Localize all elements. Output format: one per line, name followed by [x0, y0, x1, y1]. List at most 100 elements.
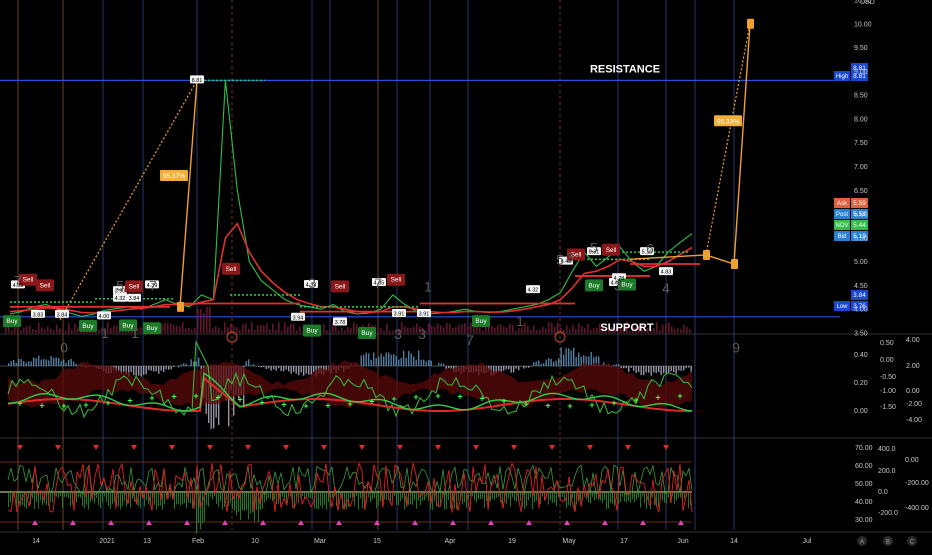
- osc2-axis-b-tick: -200.0: [878, 510, 898, 517]
- osc2-histogram-bar: [242, 492, 243, 510]
- osc1-histogram-bar: [648, 366, 649, 373]
- osc2-histogram-bar: [196, 492, 197, 534]
- volume-bar: [239, 330, 241, 333]
- osc1-histogram-bar: [263, 366, 264, 367]
- volume-bar: [59, 328, 61, 333]
- volume-bar: [275, 330, 277, 333]
- osc2-histogram-bar: [174, 492, 175, 509]
- osc1-histogram-bar: [386, 353, 387, 366]
- osc2-histogram-bar: [18, 492, 19, 504]
- osc1-histogram-bar: [188, 365, 189, 366]
- osc1-histogram-bar: [31, 361, 32, 366]
- volume-bar: [500, 324, 502, 333]
- osc1-histogram-bar: [411, 353, 412, 366]
- osc1-histogram-bar: [588, 356, 589, 366]
- osc2-histogram-bar: [502, 492, 503, 505]
- osc2-histogram-bar: [632, 492, 633, 499]
- osc1-histogram-bar: [666, 366, 667, 374]
- osc2-histogram-bar: [102, 492, 103, 502]
- value-label: 3.84: [57, 312, 68, 318]
- value-label: 4.32: [115, 296, 126, 302]
- osc1-histogram-bar: [66, 363, 67, 366]
- osc2-histogram-bar: [548, 492, 549, 505]
- volume-bar: [110, 328, 112, 333]
- osc2-axis-b-tick: 400.0: [878, 446, 896, 453]
- x-axis-tick: Feb: [192, 538, 204, 545]
- osc1-cross-marker: +: [127, 395, 132, 405]
- volume-bar: [263, 326, 265, 333]
- value-label: 4.83: [661, 270, 672, 276]
- osc1-histogram-bar: [576, 357, 577, 366]
- osc1-histogram-bar: [506, 366, 507, 369]
- osc2-axis-a-tick: 30.00: [855, 517, 873, 524]
- osc1-histogram-bar: [443, 364, 444, 366]
- volume-bar: [566, 326, 568, 333]
- osc2-histogram-bar: [88, 492, 89, 509]
- volume-bar: [593, 328, 595, 333]
- osc2-histogram-bar: [312, 492, 313, 499]
- osc2-histogram-bar: [534, 492, 535, 502]
- osc1-histogram-bar: [273, 366, 274, 369]
- osc2-histogram-bar: [468, 492, 469, 500]
- osc1-cross-marker: +: [325, 401, 330, 411]
- osc1-axis-a-tick: 0.50: [880, 340, 894, 347]
- osc2-axis-a-tick: 40.00: [855, 499, 873, 506]
- volume-bar: [407, 327, 409, 333]
- osc1-histogram-bar: [683, 366, 684, 370]
- volume-bar: [197, 309, 199, 333]
- osc1-histogram-bar: [538, 360, 539, 366]
- volume-bar: [278, 322, 280, 333]
- osc1-histogram-bar: [298, 366, 299, 375]
- osc2-histogram-bar: [202, 492, 203, 524]
- volume-bar: [443, 327, 445, 333]
- volume-bar: [176, 326, 178, 333]
- osc1-histogram-bar: [403, 351, 404, 366]
- osc2-histogram-bar: [350, 492, 351, 498]
- x-axis-tick: 15: [373, 538, 381, 545]
- osc1-histogram-bar: [156, 366, 157, 371]
- osc1-histogram-bar: [276, 366, 277, 371]
- wave-number: 1: [516, 313, 524, 329]
- osc1-histogram-bar: [38, 356, 39, 366]
- osc2-histogram-bar: [120, 492, 121, 510]
- volume-bar: [77, 327, 79, 333]
- osc1-histogram-bar: [23, 361, 24, 366]
- osc2-histogram-bar: [368, 492, 369, 497]
- osc1-histogram-bar: [301, 366, 302, 372]
- volume-bar: [11, 330, 13, 333]
- osc1-histogram-bar: [8, 363, 9, 366]
- x-axis-tick: Jun: [677, 538, 688, 545]
- price-chart[interactable]: 95.37%95.33%4.633.833.844.003.903.844.39…: [0, 0, 932, 550]
- x-axis-tick: 13: [143, 538, 151, 545]
- osc1-histogram-bar: [518, 366, 519, 370]
- osc2-histogram-bar: [64, 492, 65, 497]
- osc1-histogram-bar: [423, 360, 424, 366]
- osc2-histogram-bar: [66, 492, 67, 497]
- volume-bar: [404, 326, 406, 333]
- volume-bar: [524, 323, 526, 333]
- osc2-histogram-bar: [452, 492, 453, 501]
- osc1-histogram-bar: [551, 359, 552, 366]
- osc1-histogram-bar: [166, 366, 167, 369]
- osc1-histogram-bar: [523, 366, 524, 369]
- osc1-histogram-bar: [286, 366, 287, 370]
- y-axis-tick: 5.00: [854, 259, 868, 266]
- corner-badge-label: B: [886, 540, 890, 546]
- osc1-histogram-bar: [148, 366, 149, 370]
- osc2-histogram-bar: [512, 492, 513, 497]
- volume-bar: [533, 325, 535, 333]
- osc2-histogram-bar: [536, 492, 537, 501]
- osc2-histogram-bar: [494, 492, 495, 500]
- osc2-histogram-bar: [520, 492, 521, 501]
- price-tag-label: Bid: [838, 234, 847, 240]
- volume-bar: [389, 331, 391, 333]
- osc2-histogram-bar: [678, 492, 679, 498]
- osc2-histogram-bar: [426, 492, 427, 497]
- wave-number: 5: [556, 251, 564, 267]
- osc1-cross-marker: +: [303, 401, 308, 411]
- osc2-histogram-bar: [472, 492, 473, 496]
- osc1-histogram-bar: [561, 347, 562, 366]
- osc1-histogram-bar: [58, 358, 59, 366]
- osc1-histogram-bar: [688, 366, 689, 368]
- osc1-histogram-bar: [671, 366, 672, 371]
